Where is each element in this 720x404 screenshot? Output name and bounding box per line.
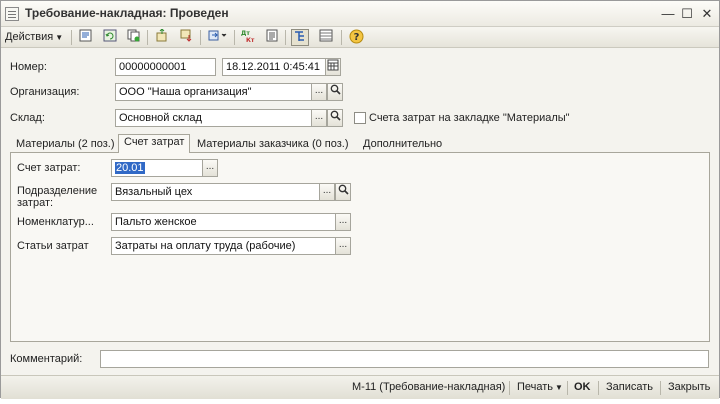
magnifier-icon [330,84,341,95]
division-select-button[interactable]: ... [319,183,335,201]
division-label-line2: затрат: [17,197,54,209]
warehouse-select-button[interactable]: ... [311,109,327,127]
account-field[interactable]: 20.01 [111,159,203,177]
save-button[interactable]: Записать [606,381,653,393]
cost-accounts-checkbox-label[interactable]: Счета затрат на закладке "Материалы" [369,112,570,124]
dt-kt-movements-icon[interactable]: Дт Кт [239,29,257,46]
cost-accounts-checkbox[interactable] [354,112,366,124]
print-button[interactable]: Печать ▼ [517,381,563,393]
copy-document-icon[interactable] [125,29,143,46]
account-label: Счет затрат: [17,162,81,174]
command-separator [567,381,568,395]
help-glyph: ? [353,32,359,43]
calendar-icon [327,59,339,71]
division-field[interactable]: Вязальный цех [111,183,321,201]
toolbar-separator [147,30,148,45]
post-document-icon[interactable] [77,29,95,46]
actions-menu-label: Действия [5,31,54,43]
structure-icon[interactable] [291,29,309,46]
list-settings-icon[interactable] [317,29,335,46]
title-bar[interactable]: Требование-накладная: Проведен — ☐ ✕ [1,1,719,27]
magnifier-icon [338,184,349,195]
organization-select-button[interactable]: ... [311,83,327,101]
refresh-document-icon[interactable] [101,29,119,46]
division-open-button[interactable] [335,183,351,201]
organization-field[interactable]: ООО "Наша организация" [115,83,312,101]
comment-label: Комментарий: [10,353,83,365]
command-separator [598,381,599,395]
form-command-bar: М-11 (Требование-накладная) Печать ▼ OK З… [1,375,719,399]
cost-items-field[interactable]: Затраты на оплату труда (рабочие) [111,237,336,255]
window-title: Требование-накладная: Проведен [25,6,229,20]
toolbar-separator [71,30,72,45]
maximize-button[interactable]: ☐ [678,5,696,23]
move-up-icon[interactable] [153,28,171,46]
tab-cost-account[interactable]: Счет затрат [118,134,191,153]
toolbar-separator [285,30,286,45]
dropdown-arrow-icon: ▼ [55,33,64,42]
svg-text:Дт: Дт [241,30,250,37]
print-label: Печать [517,381,554,393]
close-form-button[interactable]: Закрыть [668,381,710,393]
account-value: 20.01 [115,162,145,174]
cost-items-label: Статьи затрат [17,240,89,252]
actions-menu-button[interactable]: Действия ▼ [5,30,63,45]
svg-text:Кт: Кт [246,37,255,43]
date-field[interactable]: 18.12.2011 0:45:41 [222,58,326,76]
account-select-button[interactable]: ... [202,159,218,177]
nomenclature-select-button[interactable]: ... [335,213,351,231]
report-icon[interactable] [263,29,281,46]
toolbar-separator [200,30,201,45]
command-separator [509,381,510,395]
nomenclature-label: Номенклатур... [17,216,94,228]
cost-items-select-button[interactable]: ... [335,237,351,255]
ok-button[interactable]: OK [574,381,591,393]
nomenclature-field[interactable]: Пальто женское [111,213,336,231]
document-window: Требование-накладная: Проведен — ☐ ✕ Дей… [0,0,720,399]
toolbar-separator [341,30,342,45]
warehouse-open-button[interactable] [327,109,343,127]
toolbar: Действия ▼ Дт Кт ? [1,27,719,48]
minimize-button[interactable]: — [659,5,677,23]
warehouse-field[interactable]: Основной склад [115,109,312,127]
magnifier-icon [330,110,341,121]
move-down-icon[interactable] [177,29,195,46]
command-separator [660,381,661,395]
calendar-button[interactable] [325,58,341,76]
organization-label: Организация: [10,86,80,98]
print-form-name[interactable]: М-11 (Требование-накладная) [352,381,505,393]
number-label: Номер: [10,61,47,73]
dropdown-arrow-icon: ▼ [555,383,563,392]
comment-field[interactable] [100,350,709,368]
document-icon [5,7,19,21]
number-field[interactable]: 00000000001 [115,58,216,76]
organization-open-button[interactable] [327,83,343,101]
close-button[interactable]: ✕ [698,5,716,23]
division-label-line1: Подразделение [17,185,98,197]
toolbar-separator [234,30,235,45]
warehouse-label: Склад: [10,112,45,124]
based-on-icon[interactable] [206,29,230,46]
help-icon[interactable]: ? [347,29,365,46]
